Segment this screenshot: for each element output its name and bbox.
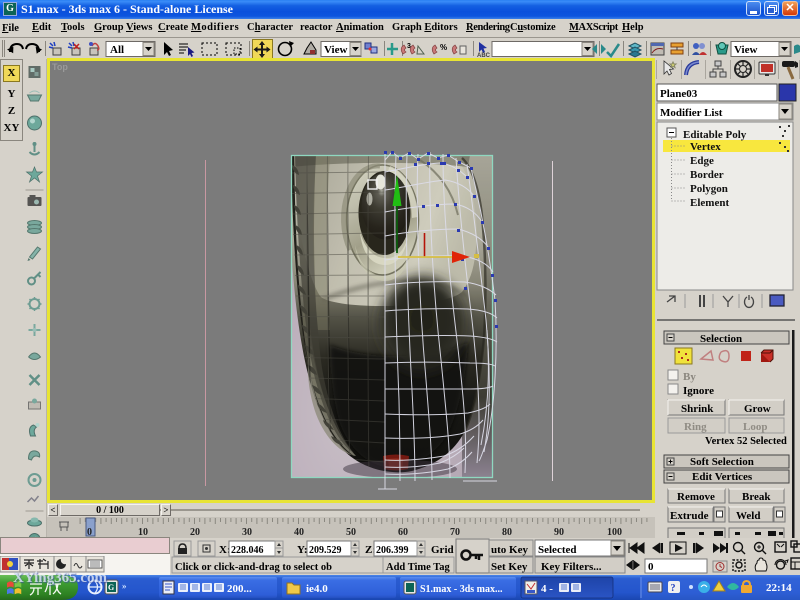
svg-text:Shrink: Shrink (681, 403, 714, 415)
svg-text:By: By (683, 371, 696, 383)
svg-text:30: 30 (242, 527, 252, 538)
svg-text:ie4.0: ie4.0 (306, 583, 328, 595)
svg-text:Plane03: Plane03 (660, 88, 698, 100)
svg-text:%: % (440, 43, 447, 52)
svg-text:Selected: Selected (538, 544, 576, 556)
svg-text:Ignore: Ignore (683, 385, 714, 397)
svg-text:40: 40 (294, 527, 304, 538)
svg-text:View: View (324, 44, 347, 56)
svg-text:»: » (122, 581, 127, 591)
svg-text:?: ? (671, 583, 676, 594)
svg-text:Key Filters...: Key Filters... (541, 561, 602, 573)
svg-text:Editable Poly: Editable Poly (683, 129, 747, 141)
svg-text:228.046: 228.046 (231, 545, 264, 556)
svg-text:Click or click-and-drag to sel: Click or click-and-drag to select ob (175, 562, 332, 573)
svg-text:Set Key: Set Key (491, 561, 528, 573)
svg-text:80: 80 (502, 527, 512, 538)
svg-text:4 -: 4 - (541, 583, 553, 595)
svg-text:Edit Vertices: Edit Vertices (692, 471, 753, 483)
svg-text:Weld: Weld (736, 510, 760, 522)
svg-text:Soft Selection: Soft Selection (690, 456, 754, 468)
svg-text:Selection: Selection (700, 333, 742, 345)
svg-text:Border: Border (690, 169, 724, 181)
svg-text:Element: Element (690, 197, 729, 209)
svg-text:Ring: Ring (684, 421, 707, 433)
svg-text:Top: Top (52, 62, 68, 72)
svg-text:209.529: 209.529 (309, 545, 342, 556)
svg-text:Add Time Tag: Add Time Tag (386, 562, 451, 573)
svg-text:20: 20 (190, 527, 200, 538)
svg-text:60: 60 (398, 527, 408, 538)
svg-text:100: 100 (607, 527, 622, 538)
svg-text:Edge: Edge (690, 155, 714, 167)
svg-text:Loop: Loop (743, 421, 767, 433)
svg-text:90: 90 (554, 527, 564, 538)
svg-text:Grow: Grow (744, 403, 771, 415)
svg-text:70: 70 (450, 527, 460, 538)
svg-text:Vertex 52 Selected: Vertex 52 Selected (705, 436, 787, 447)
svg-text:200...: 200... (227, 583, 252, 595)
svg-text:All: All (110, 44, 124, 56)
svg-text:50: 50 (346, 527, 356, 538)
svg-text:Y:: Y: (297, 544, 308, 556)
svg-text:G: G (108, 583, 114, 592)
svg-text:S1.max - 3ds max...: S1.max - 3ds max... (420, 584, 503, 595)
svg-text:uto Key: uto Key (491, 544, 528, 556)
svg-text:Break: Break (742, 491, 771, 503)
svg-text:View: View (734, 44, 757, 56)
svg-text:Remove: Remove (677, 491, 715, 503)
svg-text:Vertex: Vertex (690, 141, 721, 153)
svg-text:22:14: 22:14 (766, 582, 792, 594)
svg-text:Modifier List: Modifier List (660, 107, 723, 119)
svg-text:Extrude: Extrude (670, 510, 709, 522)
svg-text:206.399: 206.399 (376, 545, 409, 556)
svg-text:0: 0 (648, 561, 654, 573)
svg-text:Polygon: Polygon (690, 183, 728, 195)
